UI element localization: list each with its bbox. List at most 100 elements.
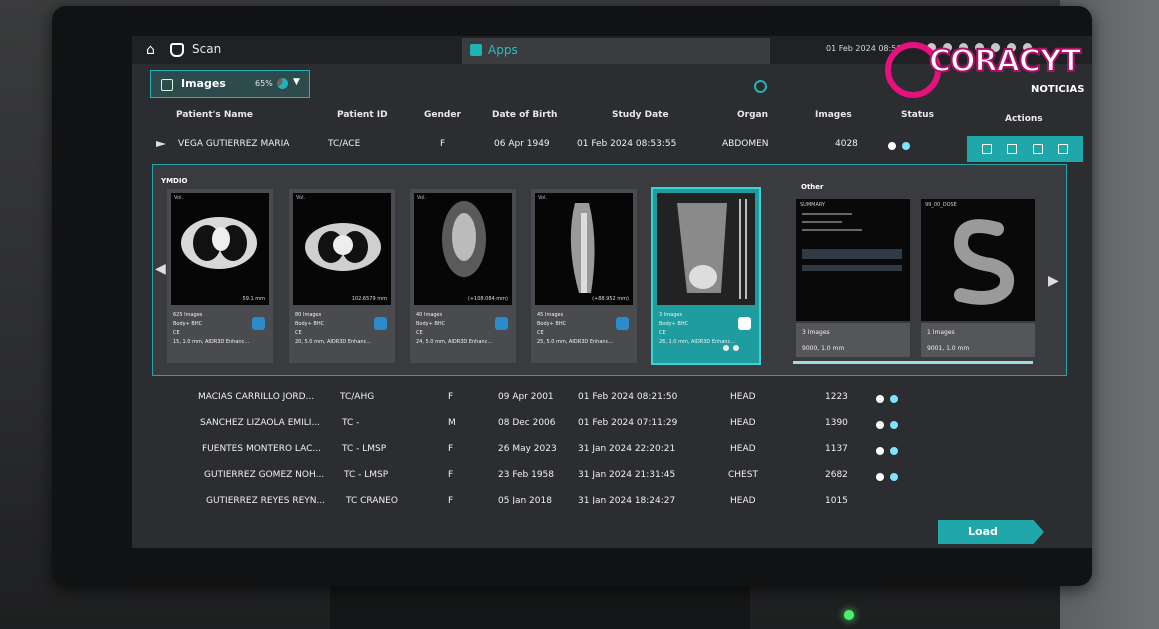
series-kernel: CE <box>416 330 423 336</box>
series-3d-icon[interactable] <box>374 317 387 330</box>
summary-thumbnail[interactable]: SUMMARY <box>796 199 910 321</box>
gender: F <box>448 470 454 480</box>
series-count: 625 <box>173 312 183 318</box>
dose-info: 1 Images 9001, 1.0 mm <box>921 323 1035 357</box>
tab-apps[interactable]: Apps <box>462 38 770 64</box>
organ: HEAD <box>730 444 756 454</box>
summary-tag: SUMMARY <box>800 202 826 208</box>
expand-icon[interactable] <box>156 141 166 147</box>
series-card-selected[interactable]: 3 Images Body+ BHC CE 26, 1.0 mm, AIDR3D… <box>651 187 761 365</box>
screen: ⌂ Scan Apps 01 Feb 2024 08:56 Images 65% <box>132 36 1092 548</box>
delete-icon[interactable] <box>1057 144 1068 154</box>
images-dropdown[interactable]: Images 65% ▼ <box>150 70 310 98</box>
series-thumbnail: Vol. (+108.084 mm) <box>414 193 512 305</box>
load-button[interactable]: Load <box>938 520 1044 544</box>
cloud-icon[interactable] <box>1032 144 1043 154</box>
series-panel: YMDIO Other ◀ ▶ Vol. 59.1 mm 625 Images … <box>152 164 1067 376</box>
dose-count-unit: Images <box>932 329 955 336</box>
scan-icon[interactable] <box>170 43 184 57</box>
document-icon[interactable] <box>738 317 751 330</box>
study-date: 31 Jan 2024 21:31:45 <box>578 470 676 480</box>
gender: F <box>448 392 454 402</box>
dose-thumbnail[interactable]: 99_00_DOSE <box>921 199 1035 321</box>
header-patient-id[interactable]: Patient ID <box>337 110 388 120</box>
edit-icon[interactable] <box>982 144 993 154</box>
organ: ABDOMEN <box>722 139 769 149</box>
series-card[interactable]: Vol. (+108.084 mm) 40 Images Body+ BHC C… <box>410 189 516 363</box>
series-group-label: YMDIO <box>161 177 188 185</box>
power-led <box>844 610 854 620</box>
table-row[interactable]: SANCHEZ LIZAOLA EMILI... TC - M 08 Dec 2… <box>132 412 1092 438</box>
series-kernel: CE <box>295 330 302 336</box>
gender: F <box>440 139 446 149</box>
series-3d-icon[interactable] <box>252 317 265 330</box>
summary-count-unit: Images <box>807 329 830 336</box>
scout-image <box>657 193 755 305</box>
header-dob[interactable]: Date of Birth <box>492 110 557 120</box>
patient-name: SANCHEZ LIZAOLA EMILI... <box>200 418 321 428</box>
series-card[interactable]: Vol. 59.1 mm 625 Images Body+ BHC CE 15,… <box>167 189 273 363</box>
header-organ[interactable]: Organ <box>737 110 768 120</box>
tab-scan[interactable]: Scan <box>192 42 221 56</box>
series-scrollbar[interactable] <box>793 361 1033 364</box>
patient-id: TC - LMSP <box>344 470 389 480</box>
status-check-icon <box>876 473 884 481</box>
storage-pie-icon <box>277 78 288 89</box>
organ: CHEST <box>728 470 758 480</box>
chevron-left-icon[interactable]: ◀ <box>155 261 166 277</box>
table-row[interactable]: GUTIERREZ GOMEZ NOH... TC - LMSP F 23 Fe… <box>132 464 1092 490</box>
summary-detail: 9000, 1.0 mm <box>802 345 845 352</box>
person-icon[interactable] <box>495 317 508 330</box>
series-kernel: CE <box>537 330 544 336</box>
header-images[interactable]: Images <box>815 110 852 120</box>
study-date: 01 Feb 2024 07:11:29 <box>578 418 678 428</box>
patient-id: TC CRANEO <box>346 496 398 504</box>
header-status[interactable]: Status <box>901 110 934 120</box>
table-row-selected[interactable]: VEGA GUTIERREZ MARIA TC/ACE F 06 Apr 194… <box>132 132 1092 158</box>
home-icon[interactable]: ⌂ <box>146 43 160 57</box>
study-date: 31 Jan 2024 18:24:27 <box>578 496 676 504</box>
summary-count: 3 <box>802 329 806 336</box>
dose-report-image <box>953 219 1015 305</box>
row-actions <box>967 136 1083 162</box>
load-label: Load <box>968 525 998 538</box>
images-icon <box>161 79 173 91</box>
series-thumbnail <box>657 193 755 305</box>
person-icon[interactable] <box>616 317 629 330</box>
series-card[interactable]: Vol. 102.6579 mm 80 Images Body+ BHC CE … <box>289 189 395 363</box>
table-row[interactable]: GUTIERREZ REYES REYN... TC CRANEO F 05 J… <box>132 490 1092 504</box>
status-icons <box>876 447 898 455</box>
series-card[interactable]: Vol. (+88.952 mm) 45 Images Body+ BHC CE… <box>531 189 637 363</box>
coracyt-logo: CORACYT NOTICIAS <box>885 38 1095 106</box>
export-icon[interactable] <box>1007 144 1018 154</box>
dose-detail: 9001, 1.0 mm <box>927 345 970 352</box>
dob: 08 Dec 2006 <box>498 418 556 428</box>
table-row[interactable]: MACIAS CARRILLO JORD... TC/AHG F 09 Apr … <box>132 386 1092 412</box>
images-count: 1223 <box>825 392 848 402</box>
dob: 23 Feb 1958 <box>498 470 555 480</box>
dob: 09 Apr 2001 <box>498 392 554 402</box>
header-patient-name[interactable]: Patient's Name <box>176 110 253 120</box>
logo-sub: NOTICIAS <box>1031 84 1085 95</box>
patient-name: VEGA GUTIERREZ MARIA <box>178 139 290 149</box>
status-check-icon <box>876 395 884 403</box>
series-count: 45 <box>537 312 544 318</box>
apps-icon <box>470 44 482 56</box>
status-cloud-icon <box>890 395 898 403</box>
dob: 26 May 2023 <box>498 444 557 454</box>
add-icon <box>733 345 739 351</box>
header-study-date[interactable]: Study Date <box>612 110 669 120</box>
series-count: 3 <box>659 312 663 318</box>
status-check-icon <box>876 447 884 455</box>
patient-id: TC - LMSP <box>342 444 387 454</box>
header-gender[interactable]: Gender <box>424 110 461 120</box>
coronal-image <box>442 201 486 277</box>
search-icon[interactable] <box>754 80 767 93</box>
series-detail: 25, 5.0 mm, AIDR3D Enhanc... <box>537 339 614 345</box>
apps-label: Apps <box>488 43 518 57</box>
gender: M <box>448 418 456 428</box>
study-date: 01 Feb 2024 08:21:50 <box>578 392 678 402</box>
chevron-right-icon[interactable]: ▶ <box>1048 273 1059 289</box>
patient-name: MACIAS CARRILLO JORD... <box>198 392 315 402</box>
table-row[interactable]: FUENTES MONTERO LAC... TC - LMSP F 26 Ma… <box>132 438 1092 464</box>
